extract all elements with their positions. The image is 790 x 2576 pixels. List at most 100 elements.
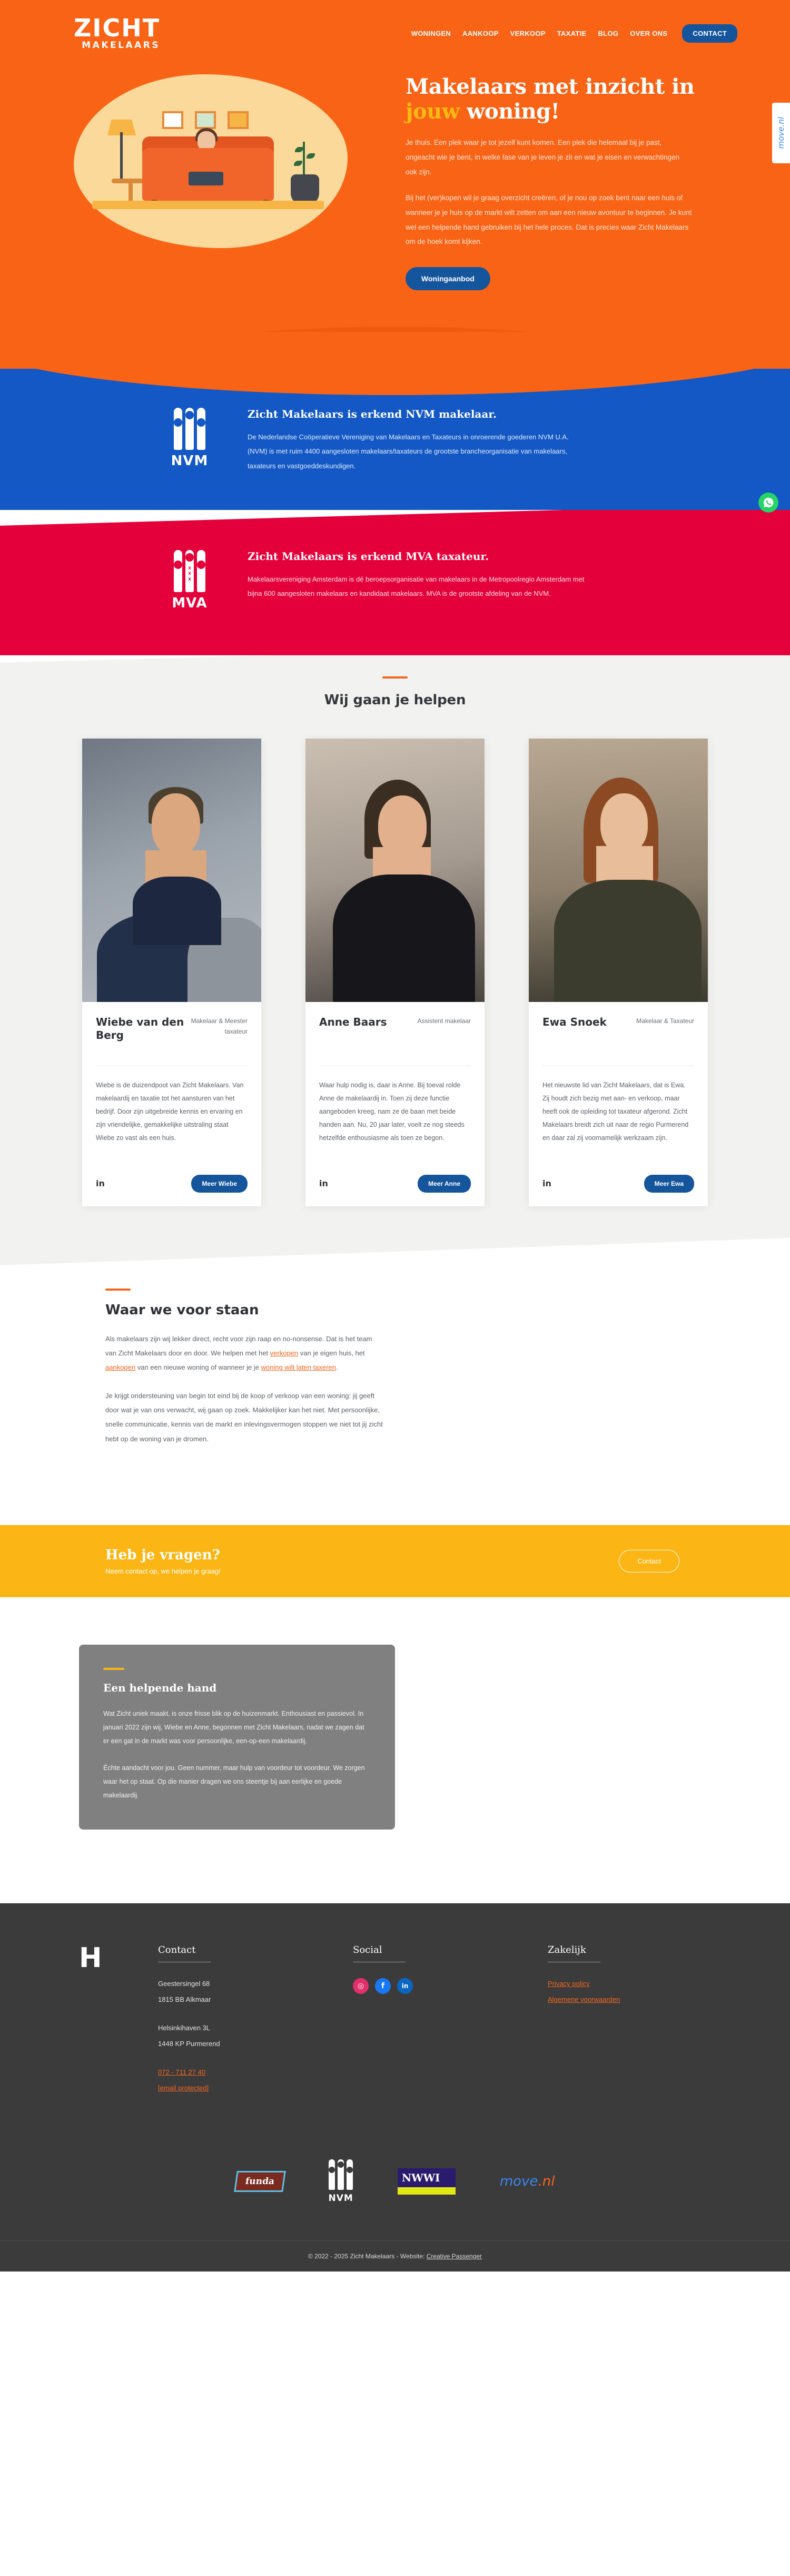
team-member-name: Anne Baars: [319, 1015, 387, 1028]
lamp-stand: [120, 132, 123, 181]
funda-logo[interactable]: funda: [233, 2170, 286, 2192]
team-member-bio: Wiebe is de duizendpoot van Zicht Makela…: [96, 1081, 244, 1142]
mva-band: xxx MVA Zicht Makelaars is erkend MVA ta…: [0, 503, 790, 655]
footer-address2-line1: Helsinkihaven 3L: [158, 2024, 211, 2032]
linkedin-icon[interactable]: in: [96, 1178, 105, 1188]
nvm-mark-icon: [329, 2159, 353, 2190]
footer-copyright-text: © 2022 - 2025 Zicht Makelaars - Website:: [308, 2252, 427, 2260]
footer-address1-line2: 1815 BB Alkmaar: [158, 1995, 211, 2004]
footer-address2-line2: 1448 KP Purmerend: [158, 2040, 220, 2048]
site-logo-sub: MAKELAARS: [82, 40, 161, 51]
laptop-icon: [189, 172, 223, 185]
values-heading: Waar we voor staan: [105, 1302, 259, 1318]
cta-contact-button[interactable]: Contact: [619, 1549, 679, 1572]
team-heading: Wij gaan je helpen: [324, 692, 466, 708]
values-paragraph-1: Als makelaars zijn wij lekker direct, re…: [105, 1332, 384, 1375]
footer-contact-column: Contact Geestersingel 68 1815 BB Alkmaar…: [158, 1944, 353, 2096]
wall-frame-icon: [195, 111, 216, 129]
team-member-photo: [82, 738, 261, 1002]
site-footer: H Contact Geestersingel 68 1815 BB Alkma…: [0, 1903, 790, 2272]
nav-contact-button[interactable]: CONTACT: [682, 24, 737, 43]
footer-email-link[interactable]: [email protected]: [158, 2080, 353, 2096]
footer-partner-logos: funda NVM NWWI move.nl: [0, 2096, 790, 2240]
footer-creative-passenger-link[interactable]: Creative Passenger: [427, 2253, 482, 2260]
values-p1-text-c: van een nieuwe woning of wanneer je je: [135, 1363, 261, 1372]
mva-band-title: Zicht Makelaars is erkend MVA taxateur.: [248, 549, 489, 563]
hero-title-rest: woning!: [459, 99, 560, 124]
team-cards: Wiebe van den Berg Makelaar & Meester ta…: [0, 738, 790, 1206]
cta-text: Heb je vragen? Neem contact op, we helpe…: [105, 1547, 221, 1575]
helping-hand-section: Een helpende hand Wat Zicht uniek maakt,…: [0, 1597, 790, 1904]
wall-frame-icon: [162, 111, 183, 129]
nav-item-aankoop[interactable]: AANKOOP: [462, 30, 499, 37]
nvm-mark-icon: [174, 408, 205, 450]
section-rule: [105, 1288, 131, 1291]
linkedin-icon[interactable]: in: [397, 1978, 413, 1994]
facebook-icon[interactable]: f: [375, 1978, 391, 1994]
nav-item-woningen[interactable]: WONINGEN: [411, 30, 451, 37]
hero-illustration: [0, 58, 369, 290]
nwwi-logo-label: NWWI: [401, 2171, 440, 2184]
team-member-more-button[interactable]: Meer Ewa: [644, 1174, 694, 1193]
hero-body: Makelaars met inzicht in jouw woning! Je…: [0, 50, 790, 291]
team-member-more-button[interactable]: Meer Wiebe: [191, 1174, 248, 1193]
nvm-band-text: Zicht Makelaars is erkend NVM makelaar. …: [248, 408, 790, 473]
nvm-band-title: Zicht Makelaars is erkend NVM makelaar.: [248, 408, 497, 420]
nwwi-logo[interactable]: NWWI: [397, 2168, 456, 2195]
wall-frame-icon: [228, 111, 249, 129]
team-member-role: Assistent makelaar: [417, 1017, 471, 1025]
hero-paragraph-1: Je thuis. Een plek waar je tot jezelf ku…: [406, 139, 680, 176]
footer-logo-mark: H: [79, 1942, 102, 1974]
values-p1-text-b: van je eigen huis, het: [298, 1349, 365, 1358]
mva-mark-icon: xxx: [174, 549, 205, 592]
team-member-photo: [305, 738, 485, 1002]
nav-item-blog[interactable]: BLOG: [598, 30, 619, 37]
nav-links: WONINGEN AANKOOP VERKOOP TAXATIE BLOG OV…: [411, 13, 737, 43]
team-member-more-button[interactable]: Meer Anne: [418, 1174, 471, 1193]
team-card[interactable]: Wiebe van den Berg Makelaar & Meester ta…: [82, 738, 261, 1206]
hero-title: Makelaars met inzicht in jouw woning!: [406, 74, 706, 124]
nav-item-verkoop[interactable]: VERKOOP: [510, 30, 546, 37]
site-logo[interactable]: ZICHT MAKELAARS: [74, 13, 160, 50]
linkedin-icon[interactable]: in: [542, 1178, 551, 1188]
page-root: move.nl ZICHT MAKELAARS WONINGEN AANKOOP…: [0, 0, 790, 2272]
nwwi-logo-bar: [397, 2187, 456, 2195]
footer-logo[interactable]: H: [79, 1944, 158, 2096]
nvm-logo[interactable]: NVM: [329, 2159, 353, 2204]
linkedin-icon[interactable]: in: [319, 1178, 328, 1188]
team-card[interactable]: Ewa Snoek Makelaar & Taxateur Het nieuws…: [529, 738, 708, 1206]
nav-item-taxatie[interactable]: TAXATIE: [557, 30, 587, 37]
site-logo-main: ZICHT: [74, 14, 161, 42]
cta-banner: Heb je vragen? Neem contact op, we helpe…: [0, 1525, 790, 1597]
values-link-verkopen[interactable]: verkopen: [270, 1349, 298, 1357]
footer-terms-link[interactable]: Algemene voorwaarden: [548, 1992, 706, 2008]
footer-privacy-policy-link[interactable]: Privacy policy: [548, 1976, 706, 1992]
values-link-aankopen[interactable]: aankopen: [105, 1363, 135, 1371]
nav-item-over-ons[interactable]: OVER ONS: [630, 30, 667, 37]
hero-woningaanbod-button[interactable]: Woningaanbod: [406, 267, 490, 291]
footer-address-block: Geestersingel 68 1815 BB Alkmaar Helsink…: [158, 1976, 353, 2096]
footer-phone-link[interactable]: 072 - 711 27 40: [158, 2064, 353, 2080]
team-card[interactable]: Anne Baars Assistent makelaar Waar hulp …: [305, 738, 485, 1206]
instagram-icon[interactable]: ◎: [353, 1978, 369, 1994]
nvm-logo-label: NVM: [328, 2192, 353, 2204]
nvm-logo-label: NVM: [171, 453, 209, 469]
cta-title: Heb je vragen?: [105, 1547, 220, 1563]
move-nl-side-tab-label: move.nl: [776, 117, 786, 149]
whatsapp-floating-button[interactable]: [758, 493, 778, 513]
footer-social-heading: Social: [353, 1944, 406, 1963]
hero-title-accent: jouw: [406, 99, 460, 124]
main-navigation: ZICHT MAKELAARS WONINGEN AANKOOP VERKOOP…: [0, 0, 790, 50]
mva-band-text: Zicht Makelaars is erkend MVA taxateur. …: [248, 550, 790, 601]
move-logo-label-b: .nl: [538, 2173, 555, 2189]
values-link-taxeren[interactable]: woning wilt laten taxeren: [261, 1363, 336, 1371]
hero-paragraph-2: Bij het (ver)kopen wil je graag overzich…: [406, 194, 692, 246]
team-member-name: Wiebe van den Berg: [96, 1015, 184, 1041]
move-logo[interactable]: move.nl: [500, 2174, 555, 2189]
cta-subtitle: Neem contact op, we helpen je graag!: [105, 1567, 221, 1575]
move-nl-side-tab[interactable]: move.nl: [772, 103, 790, 163]
footer-social-icons: ◎ f in: [353, 1978, 548, 1994]
section-rule: [103, 1667, 124, 1670]
footer-social-column: Social ◎ f in: [353, 1944, 548, 2096]
helping-hand-card: Een helpende hand Wat Zicht uniek maakt,…: [79, 1644, 395, 1830]
